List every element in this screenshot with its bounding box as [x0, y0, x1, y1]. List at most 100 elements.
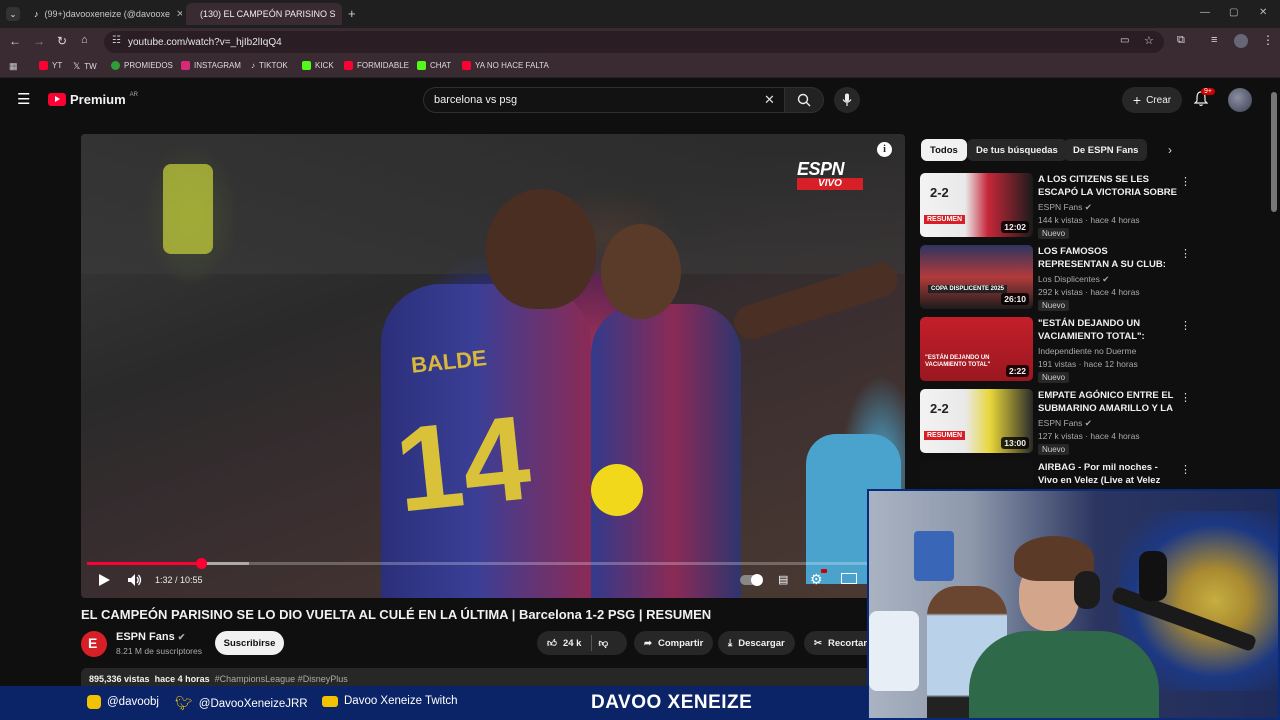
- rec-title: A LOS CITIZENS SE LES ESCAPÓ LA VICTORIA…: [1038, 174, 1177, 198]
- description-box[interactable]: 895,336 vistas hace 4 horas #ChampionsLe…: [81, 668, 871, 688]
- more-vert-icon[interactable]: ⋮: [1180, 247, 1191, 260]
- recommendation-item[interactable]: AIRBAG - Por mil noches - Vivo en Velez …: [920, 461, 1190, 487]
- chip-all[interactable]: Todos: [921, 139, 967, 161]
- player-controls: 1:32 / 10:55 ▤ ⚙: [81, 558, 905, 598]
- subtitles-icon[interactable]: ▤: [778, 573, 788, 586]
- forward-icon[interactable]: →: [33, 34, 45, 48]
- recommendation-item[interactable]: "ESTÁN DEJANDO UN VACIAMIENTO TOTAL" 2:2…: [920, 317, 1191, 383]
- settings-icon[interactable]: ⚙: [810, 571, 823, 588]
- reload-icon[interactable]: ↻: [57, 34, 67, 48]
- video-player[interactable]: BALDE 14 ESPN VIVO i: [81, 134, 905, 598]
- more-vert-icon[interactable]: ⋮: [1180, 319, 1191, 332]
- chip-from-searches[interactable]: De tus búsquedas: [967, 139, 1067, 161]
- notification-badge: 9+: [1201, 88, 1215, 95]
- bookmark-instagram[interactable]: INSTAGRAM: [181, 61, 241, 70]
- channel-name[interactable]: ESPN Fans ✔: [116, 631, 185, 643]
- close-icon[interactable]: ✕: [176, 9, 182, 20]
- volume-icon[interactable]: [128, 574, 142, 586]
- site-info-icon[interactable]: ☷: [112, 35, 121, 46]
- bookmark-label: TIKTOK: [259, 61, 288, 70]
- clear-search-icon[interactable]: ✕: [764, 92, 775, 108]
- recommendation-item[interactable]: 2-2 RESUMEN 13:00 EMPATE AGÓNICO ENTRE E…: [920, 389, 1191, 455]
- progress-bar[interactable]: [87, 558, 899, 569]
- bookmark-ya-no-hace-falta[interactable]: YA NO HACE FALTA: [462, 61, 549, 70]
- kick-icon: [417, 61, 426, 70]
- instagram-icon: [181, 61, 190, 70]
- bookmark-formidable[interactable]: FORMIDABLE: [344, 61, 409, 70]
- theater-mode-icon[interactable]: [841, 573, 857, 584]
- bookmark-tiktok[interactable]: ♪ TIKTOK: [251, 61, 288, 70]
- autoplay-play-icon: [751, 574, 763, 586]
- bookmark-kick[interactable]: KICK: [302, 61, 334, 70]
- more-icon[interactable]: ⋮: [1262, 33, 1274, 47]
- browser-tab-active[interactable]: (130) EL CAMPEÓN PARISINO S ✕: [186, 3, 342, 25]
- profile-avatar[interactable]: [1234, 34, 1248, 48]
- create-button[interactable]: + Crear: [1122, 87, 1182, 113]
- info-icon[interactable]: i: [877, 142, 892, 157]
- channel-avatar[interactable]: E: [81, 631, 107, 657]
- share-button[interactable]: ➦ Compartir: [634, 631, 714, 655]
- search-input[interactable]: barcelona vs psg ✕: [423, 87, 785, 113]
- bookmark-tw[interactable]: 𝕏 TW: [73, 61, 97, 72]
- page-scrollbar[interactable]: [1271, 92, 1277, 212]
- more-vert-icon[interactable]: ⋮: [1180, 175, 1191, 188]
- like-button[interactable]: 👍︎ 24 k: [547, 637, 581, 650]
- download-button[interactable]: ⤓ Descargar: [718, 631, 795, 655]
- chevron-right-icon[interactable]: ›: [1168, 143, 1172, 157]
- browser-tab[interactable]: ♪ (99+)davooxeneize (@davooxe ✕: [26, 3, 182, 25]
- view-count: 895,336 vistas: [89, 674, 150, 684]
- dislike-button[interactable]: 👎︎: [598, 637, 608, 649]
- scrubber-handle[interactable]: [195, 558, 207, 569]
- chip-from-channel[interactable]: De ESPN Fans: [1064, 139, 1148, 161]
- rec-stats: 292 k vistas · hace 4 horas: [1038, 287, 1140, 297]
- home-icon[interactable]: ⌂: [81, 34, 88, 46]
- video-thumbnail[interactable]: 2-2 RESUMEN 12:02: [920, 173, 1033, 237]
- youtube-icon: [462, 61, 471, 70]
- stream-social-bar: @davoobj 🐦︎ @DavooXeneizeJRR Davoo Xenei…: [0, 686, 868, 720]
- menu-icon[interactable]: ☰: [17, 90, 30, 108]
- bookmark-chat[interactable]: CHAT: [417, 61, 451, 70]
- rec-title: "ESTÁN DEJANDO UN VACIAMIENTO TOTAL": Mi…: [1038, 318, 1145, 342]
- more-vert-icon[interactable]: ⋮: [1180, 391, 1191, 404]
- rec-title: LOS FAMOSOS REPRESENTAN A SU CLUB: ASÍ E…: [1038, 246, 1166, 270]
- hashtags[interactable]: #ChampionsLeague #DisneyPlus: [215, 674, 348, 684]
- play-icon[interactable]: [99, 574, 110, 586]
- bookmark-star-icon[interactable]: ☆: [1144, 34, 1154, 47]
- subscribe-button[interactable]: Suscribirse: [215, 631, 284, 655]
- rec-stats: 144 k vistas · hace 4 horas: [1038, 215, 1140, 225]
- tiktok-icon: ♪: [251, 61, 255, 70]
- more-vert-icon[interactable]: ⋮: [1180, 463, 1190, 476]
- video-thumbnail[interactable]: [920, 461, 1033, 487]
- recommendation-item[interactable]: COPA DISPLICENTE 2025 26:10 LOS FAMOSOS …: [920, 245, 1191, 311]
- apps-grid-icon[interactable]: ▦: [9, 61, 18, 72]
- like-dislike-group: 👍︎ 24 k 👎︎: [537, 631, 627, 655]
- minimize-icon[interactable]: —: [1200, 7, 1210, 18]
- video-thumbnail[interactable]: 2-2 RESUMEN 13:00: [920, 389, 1033, 453]
- back-icon[interactable]: ←: [9, 34, 21, 48]
- reading-list-icon[interactable]: ≡: [1211, 34, 1217, 46]
- maximize-icon[interactable]: ▢: [1229, 7, 1238, 18]
- notifications-button[interactable]: 9+: [1193, 88, 1215, 112]
- extensions-icon[interactable]: ⧉: [1177, 34, 1185, 47]
- cast-icon[interactable]: ▭: [1120, 35, 1129, 46]
- instagram-icon: [87, 695, 101, 709]
- promiedos-icon: [111, 61, 120, 70]
- youtube-logo[interactable]: Premium AR: [48, 92, 138, 107]
- video-thumbnail[interactable]: "ESTÁN DEJANDO UN VACIAMIENTO TOTAL" 2:2…: [920, 317, 1033, 381]
- search-button[interactable]: [784, 87, 824, 113]
- url-bar[interactable]: ☷ youtube.com/watch?v=_hjIb2lIqQ4 ▭ ☆: [104, 31, 1164, 53]
- duration-badge: 12:02: [1001, 221, 1029, 233]
- clip-button[interactable]: ✂ Recortar: [804, 631, 868, 655]
- recommendation-item[interactable]: 2-2 RESUMEN 12:02 A LOS CITIZENS SE LES …: [920, 173, 1191, 239]
- autoplay-toggle[interactable]: [740, 574, 763, 586]
- close-window-icon[interactable]: ✕: [1259, 7, 1267, 18]
- voice-search-button[interactable]: [834, 87, 860, 113]
- espn-e-logo-icon: E: [88, 635, 98, 651]
- rec-channel-name: ESPN Fans: [1038, 418, 1083, 428]
- bookmark-promiedos[interactable]: PROMIEDOS: [111, 61, 173, 70]
- new-tab-icon[interactable]: +: [348, 6, 356, 21]
- tab-search-button[interactable]: ⌄: [6, 7, 20, 21]
- video-thumbnail[interactable]: COPA DISPLICENTE 2025 26:10: [920, 245, 1033, 309]
- account-avatar[interactable]: [1228, 88, 1252, 112]
- bookmark-yt[interactable]: YT: [39, 61, 62, 70]
